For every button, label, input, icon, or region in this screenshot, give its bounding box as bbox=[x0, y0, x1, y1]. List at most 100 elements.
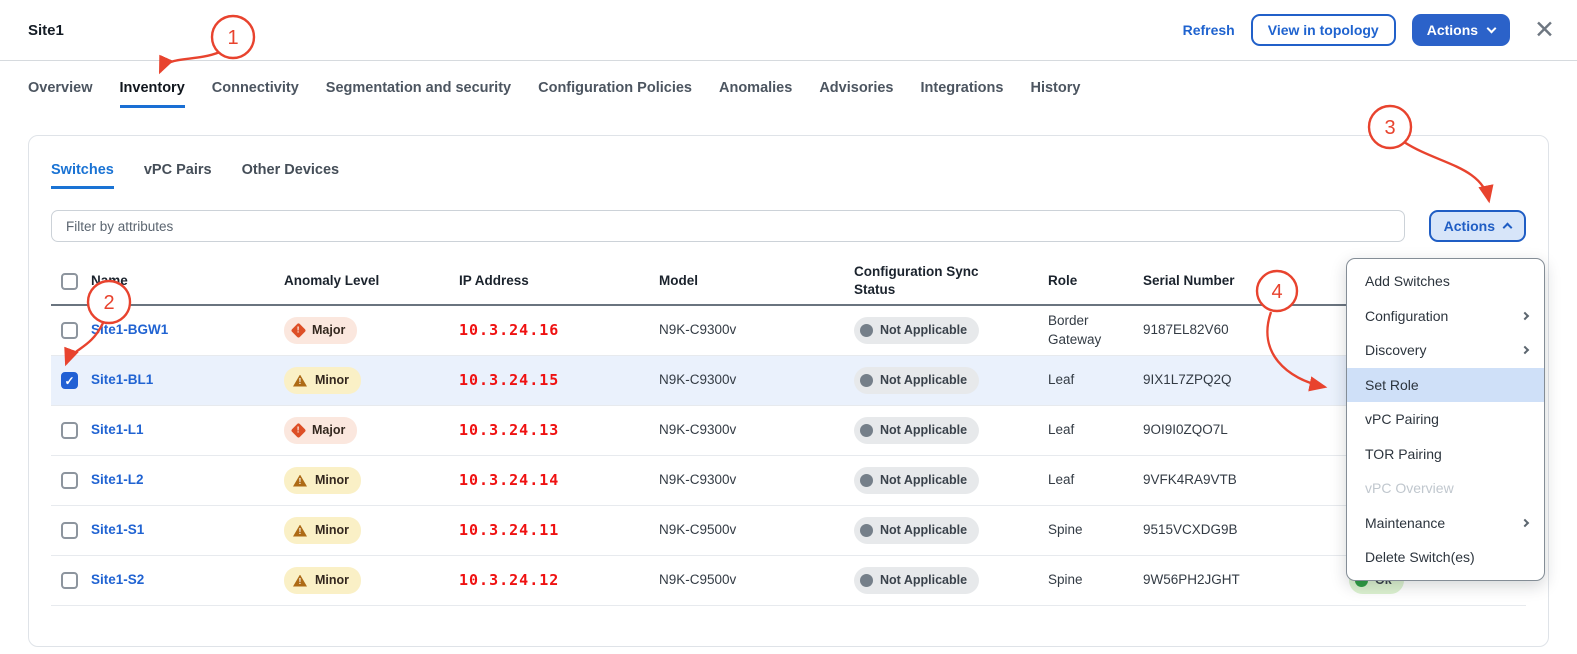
column-header-label: IP Address bbox=[459, 273, 529, 288]
tab-inventory[interactable]: Inventory bbox=[120, 80, 185, 108]
exclamation-glyph: ! bbox=[299, 577, 302, 587]
table-row: Site1-BGW1!Major10.3.24.16N9K-C9300vNot … bbox=[51, 306, 1526, 356]
row-checkbox[interactable] bbox=[61, 522, 78, 539]
menu-item-configuration[interactable]: Configuration bbox=[1347, 299, 1544, 334]
tab-advisories[interactable]: Advisories bbox=[819, 80, 893, 108]
serial-number-value: 9IX1L7ZPQ2Q bbox=[1143, 372, 1232, 387]
column-header-label: Name bbox=[91, 273, 128, 288]
table-actions-button[interactable]: Actions bbox=[1429, 210, 1526, 242]
sync-status-badge: Not Applicable bbox=[854, 517, 979, 545]
header-actions-label: Actions bbox=[1427, 22, 1478, 38]
chevron-right-icon bbox=[1521, 346, 1529, 354]
menu-item-label: Delete Switch(es) bbox=[1365, 549, 1475, 565]
switch-name-link[interactable]: Site1-BL1 bbox=[91, 372, 153, 387]
menu-item-discovery[interactable]: Discovery bbox=[1347, 333, 1544, 368]
sync-status-cell: Not Applicable bbox=[854, 317, 1048, 345]
minor-warning-icon: ! bbox=[293, 575, 307, 587]
row-checkbox[interactable] bbox=[61, 422, 78, 439]
sync-status-cell: Not Applicable bbox=[854, 417, 1048, 445]
menu-item-tor-pairing[interactable]: TOR Pairing bbox=[1347, 437, 1544, 472]
ip-address-cell: 10.3.24.16 bbox=[459, 320, 659, 341]
row-checkbox[interactable]: ✓ bbox=[61, 372, 78, 389]
ip-address-value: 10.3.24.15 bbox=[459, 371, 559, 389]
serial-number-value: 9W56PH2JGHT bbox=[1143, 572, 1240, 587]
anomaly-badge-label: Minor bbox=[315, 522, 349, 540]
switches-table: NameAnomaly LevelIP AddressModelConfigur… bbox=[51, 258, 1526, 606]
anomaly-badge: !Major bbox=[284, 417, 357, 445]
sync-status-label: Not Applicable bbox=[880, 372, 967, 390]
ip-address-cell: 10.3.24.14 bbox=[459, 470, 659, 491]
exclamation-glyph: ! bbox=[299, 527, 302, 537]
tab-connectivity[interactable]: Connectivity bbox=[212, 80, 299, 108]
chevron-up-icon bbox=[1503, 223, 1513, 233]
subtab-vpc-pairs[interactable]: vPC Pairs bbox=[144, 162, 212, 189]
row-checkbox[interactable] bbox=[61, 472, 78, 489]
model-cell: N9K-C9500v bbox=[659, 571, 854, 590]
ip-address-value: 10.3.24.11 bbox=[459, 521, 559, 539]
view-in-topology-button[interactable]: View in topology bbox=[1251, 14, 1396, 46]
sync-status-cell: Not Applicable bbox=[854, 367, 1048, 395]
select-all-checkbox[interactable] bbox=[61, 273, 78, 290]
ip-address-cell: 10.3.24.12 bbox=[459, 570, 659, 591]
sync-status-cell: Not Applicable bbox=[854, 467, 1048, 495]
header-actions: Refresh View in topology Actions ✕ bbox=[1183, 14, 1555, 46]
sync-status-badge: Not Applicable bbox=[854, 467, 979, 495]
switch-name-link[interactable]: Site1-L2 bbox=[91, 472, 144, 487]
tab-overview[interactable]: Overview bbox=[28, 80, 93, 108]
model-cell: N9K-C9300v bbox=[659, 421, 854, 440]
model-value: N9K-C9500v bbox=[659, 522, 736, 537]
model-cell: N9K-C9300v bbox=[659, 471, 854, 490]
serial-number-cell: 9515VCXDG9B bbox=[1143, 521, 1321, 540]
inventory-card: Switches vPC Pairs Other Devices Actions N… bbox=[28, 135, 1549, 647]
switch-name-link[interactable]: Site1-L1 bbox=[91, 422, 144, 437]
filter-input[interactable] bbox=[51, 210, 1405, 242]
column-header-label: Anomaly Level bbox=[284, 273, 379, 288]
gray-dot-icon bbox=[860, 424, 873, 437]
tab-anomalies[interactable]: Anomalies bbox=[719, 80, 792, 108]
row-checkbox-cell bbox=[51, 472, 91, 489]
row-checkbox-cell: ✓ bbox=[51, 372, 91, 389]
gray-dot-icon bbox=[860, 574, 873, 587]
role-cell: Leaf bbox=[1048, 421, 1143, 440]
table-body: Site1-BGW1!Major10.3.24.16N9K-C9300vNot … bbox=[51, 306, 1526, 606]
row-checkbox[interactable] bbox=[61, 322, 78, 339]
minor-warning-icon: ! bbox=[293, 525, 307, 537]
chevron-right-icon bbox=[1521, 519, 1529, 527]
switch-name-link[interactable]: Site1-BGW1 bbox=[91, 322, 168, 337]
tab-integrations[interactable]: Integrations bbox=[920, 80, 1003, 108]
anomaly-level-cell: ! Minor bbox=[284, 517, 459, 545]
switch-name-link[interactable]: Site1-S2 bbox=[91, 572, 144, 587]
sync-status-badge: Not Applicable bbox=[854, 567, 979, 595]
menu-item-vpc-pairing[interactable]: vPC Pairing bbox=[1347, 402, 1544, 437]
model-cell: N9K-C9300v bbox=[659, 321, 854, 340]
anomaly-badge-label: Major bbox=[312, 422, 345, 440]
close-icon[interactable]: ✕ bbox=[1534, 18, 1555, 43]
header-actions-button[interactable]: Actions bbox=[1412, 14, 1510, 46]
subtab-other-devices[interactable]: Other Devices bbox=[242, 162, 340, 189]
serial-number-cell: 9OI9I0ZQO7L bbox=[1143, 421, 1321, 440]
refresh-button[interactable]: Refresh bbox=[1183, 22, 1235, 38]
anomaly-level-cell: !Major bbox=[284, 417, 459, 445]
role-value: Spine bbox=[1048, 522, 1083, 537]
menu-item-delete-switch-es[interactable]: Delete Switch(es) bbox=[1347, 540, 1544, 575]
menu-item-add-switches[interactable]: Add Switches bbox=[1347, 264, 1544, 299]
role-cell: Border Gateway bbox=[1048, 312, 1143, 350]
switch-name-link[interactable]: Site1-S1 bbox=[91, 522, 144, 537]
subtab-switches[interactable]: Switches bbox=[51, 162, 114, 189]
anomaly-badge-label: Minor bbox=[315, 372, 349, 390]
filter-row: Actions bbox=[51, 210, 1526, 242]
ip-address-value: 10.3.24.12 bbox=[459, 571, 559, 589]
menu-item-set-role[interactable]: Set Role bbox=[1347, 368, 1544, 403]
menu-item-maintenance[interactable]: Maintenance bbox=[1347, 506, 1544, 541]
anomaly-badge: !Minor bbox=[284, 367, 361, 395]
switch-name-cell: Site1-S1 bbox=[91, 521, 284, 540]
row-checkbox[interactable] bbox=[61, 572, 78, 589]
tab-history[interactable]: History bbox=[1030, 80, 1080, 108]
tab-segmentation-and-security[interactable]: Segmentation and security bbox=[326, 80, 511, 108]
serial-number-cell: 9W56PH2JGHT bbox=[1143, 571, 1321, 590]
model-value: N9K-C9500v bbox=[659, 572, 736, 587]
tab-configuration-policies[interactable]: Configuration Policies bbox=[538, 80, 692, 108]
model-cell: N9K-C9500v bbox=[659, 521, 854, 540]
column-header-name: Name bbox=[91, 272, 284, 291]
chevron-right-icon bbox=[1521, 312, 1529, 320]
